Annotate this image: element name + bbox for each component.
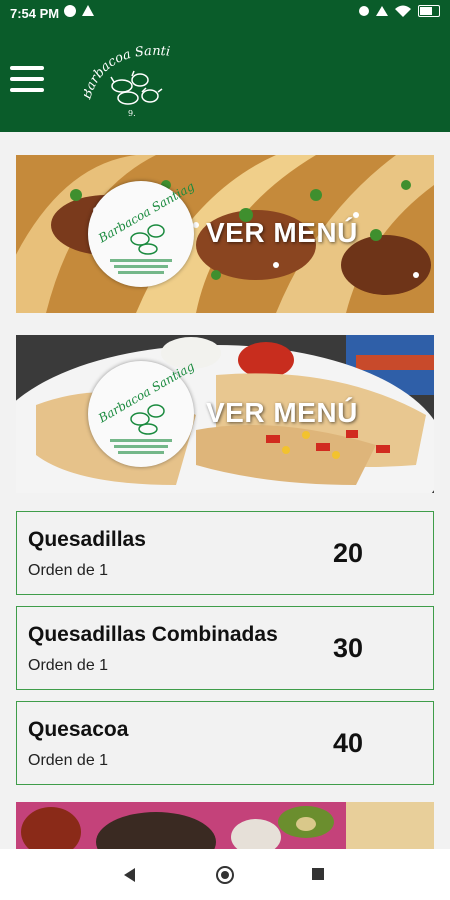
item-price: 40 xyxy=(332,728,363,758)
item-price: 20 xyxy=(332,538,363,568)
brand-badge: Barbacoa Santiago xyxy=(88,361,194,467)
ver-menu-label: VER MENÚ xyxy=(206,397,358,428)
svg-text:9.: 9. xyxy=(128,109,136,118)
status-time: 7:54 PM xyxy=(10,6,60,21)
back-icon[interactable] xyxy=(124,868,135,882)
dishes-photo xyxy=(16,802,434,849)
home-icon[interactable] xyxy=(216,866,234,884)
item-subtitle: Orden de 1 xyxy=(28,657,109,674)
wifi-icon xyxy=(395,5,411,17)
menu-item-quesadillas-combinadas[interactable]: Quesadillas Combinadas Orden de 1 30 xyxy=(16,606,434,690)
menu-banner-quesadillas[interactable]: Barbacoa Santiago VER MENÚ xyxy=(16,335,434,493)
notification-icon xyxy=(64,5,76,17)
brand-badge: Barbacoa Santiago xyxy=(88,181,194,287)
svg-text:Barbacoa Santiago: Barbacoa Santiago xyxy=(95,181,194,246)
status-bar: 7:54 PM xyxy=(0,0,450,28)
system-nav-bar xyxy=(0,849,450,900)
item-name: Quesacoa xyxy=(28,718,129,741)
item-subtitle: Orden de 1 xyxy=(28,562,109,579)
menu-banner-dishes[interactable] xyxy=(16,802,434,849)
alarm-icon xyxy=(359,6,369,16)
brand-logo: Barbacoa Santiago 9. xyxy=(84,42,171,118)
battery-icon xyxy=(418,5,440,17)
ver-menu-label: VER MENÚ xyxy=(206,217,358,248)
menu-button[interactable] xyxy=(10,66,44,94)
item-price: 30 xyxy=(332,633,363,663)
menu-item-quesacoa[interactable]: Quesacoa Orden de 1 40 xyxy=(16,701,434,785)
item-subtitle: Orden de 1 xyxy=(28,752,109,769)
menu-banner-tacos[interactable]: Barbacoa Santiago VER MENÚ xyxy=(16,155,434,313)
item-name: Quesadillas xyxy=(28,528,146,551)
item-name: Quesadillas Combinadas xyxy=(28,623,278,646)
svg-text:Barbacoa Santiago: Barbacoa Santiago xyxy=(95,361,194,426)
signal-icon xyxy=(376,6,388,16)
menu-item-quesadillas[interactable]: Quesadillas Orden de 1 20 xyxy=(16,511,434,595)
app-header: Barbacoa Santiago 9. xyxy=(0,28,450,132)
hamburger-menu-icon xyxy=(10,66,44,70)
alert-icon xyxy=(82,5,94,16)
recents-icon[interactable] xyxy=(312,868,324,880)
